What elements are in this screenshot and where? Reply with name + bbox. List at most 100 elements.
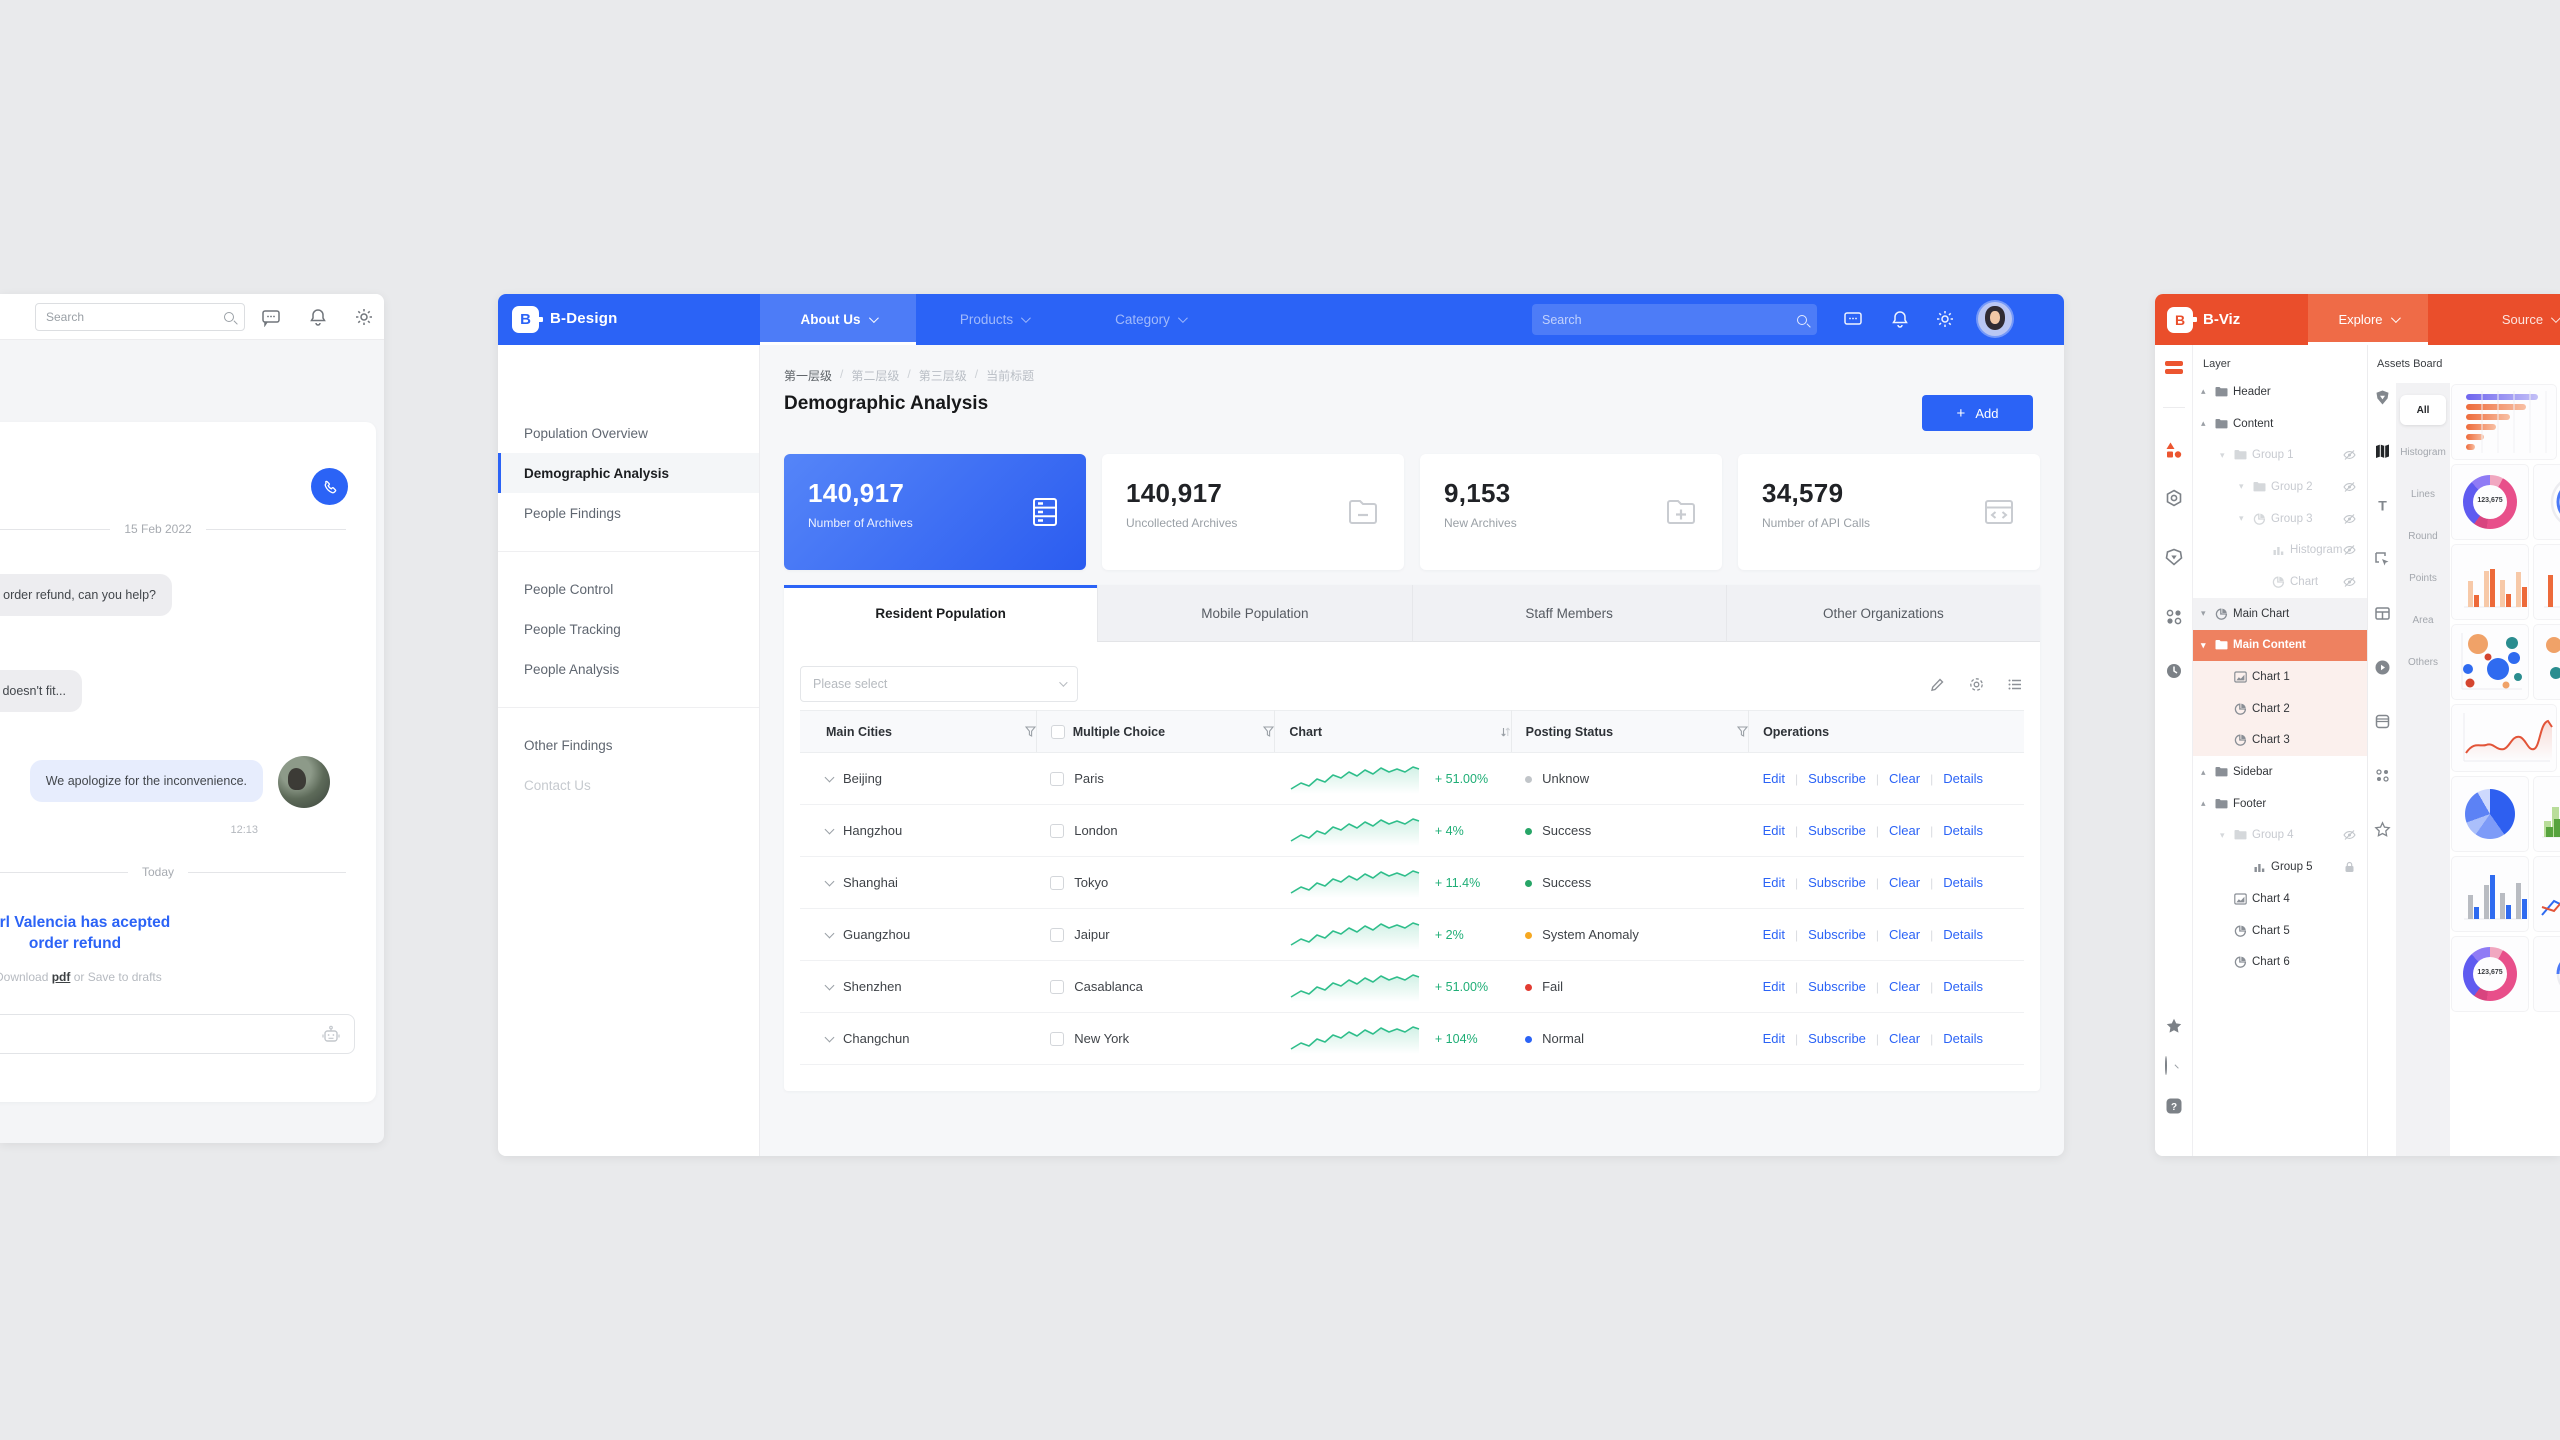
tree-row[interactable]: Chart 1 [2193, 661, 2367, 693]
nav-item[interactable]: Category [1072, 294, 1228, 345]
tree-row[interactable]: Chart [2193, 566, 2367, 598]
checkbox[interactable] [1050, 772, 1064, 786]
layer-state-icon[interactable] [2343, 639, 2357, 651]
tab[interactable]: Mobile Population [1097, 585, 1411, 642]
filter-icon[interactable] [1737, 726, 1748, 738]
play-icon[interactable] [2374, 659, 2391, 676]
category-item[interactable]: Points [2396, 557, 2450, 599]
sidebar-item[interactable]: Contact Us [498, 765, 759, 805]
list-icon[interactable] [2007, 676, 2024, 693]
edit-link[interactable]: Edit [1763, 1031, 1785, 1046]
filter-select[interactable]: Please select [800, 666, 1078, 702]
breadcrumb-item[interactable]: 第二层级 [851, 367, 899, 384]
layer-state-icon[interactable] [2343, 734, 2357, 746]
sidebar-item[interactable]: People Findings [498, 493, 759, 533]
edit-link[interactable]: Edit [1763, 927, 1785, 942]
category-item[interactable]: Area [2396, 599, 2450, 641]
category-item[interactable]: All [2396, 389, 2450, 431]
layer-state-icon[interactable] [2343, 418, 2357, 430]
badge-icon[interactable] [2374, 389, 2391, 406]
breadcrumb-item[interactable]: 第一层级 [784, 367, 832, 384]
layer-state-icon[interactable] [2343, 956, 2357, 968]
asset-card-bars-2[interactable] [2534, 545, 2560, 619]
caret-icon[interactable] [2239, 481, 2253, 492]
avatar[interactable] [1978, 302, 2012, 336]
map-book-icon[interactable] [2374, 443, 2391, 460]
notice-link[interactable]: Carl Valencia has acepted order refund [0, 912, 240, 954]
layer-state-icon[interactable] [2343, 893, 2357, 905]
details-link[interactable]: Details [1943, 875, 1983, 890]
shield-icon[interactable] [2165, 548, 2183, 566]
layer-state-icon[interactable] [2343, 576, 2357, 588]
asset-card-area-line[interactable] [2452, 705, 2556, 771]
star-icon[interactable] [2165, 1017, 2183, 1035]
nav-item[interactable]: Source [2470, 294, 2560, 345]
layer-state-icon[interactable] [2343, 449, 2357, 461]
bdesign-logo[interactable]: B [512, 306, 539, 333]
subscribe-link[interactable]: Subscribe [1808, 875, 1866, 890]
nav-item[interactable]: Products [916, 294, 1072, 345]
asset-card-horizontal-bars[interactable] [2452, 385, 2556, 459]
stat-card[interactable]: 9,153 New Archives [1420, 454, 1722, 570]
sidebar-item[interactable]: People Analysis [498, 649, 759, 689]
caret-icon[interactable] [2201, 798, 2215, 809]
dots-icon[interactable] [2374, 767, 2391, 784]
clear-link[interactable]: Clear [1889, 771, 1920, 786]
edit-link[interactable]: Edit [1763, 875, 1785, 890]
layer-state-icon[interactable] [2343, 513, 2357, 525]
asset-card-histogram[interactable] [2534, 777, 2560, 851]
edit-icon[interactable] [1929, 676, 1946, 693]
chevron-down-icon[interactable] [825, 980, 835, 990]
text-tool-icon[interactable]: T [2374, 497, 2391, 514]
gear-icon[interactable] [1935, 309, 1955, 329]
chevron-down-icon[interactable] [825, 1032, 835, 1042]
details-link[interactable]: Details [1943, 979, 1983, 994]
caret-icon[interactable] [2201, 608, 2215, 619]
bell-icon[interactable] [1890, 309, 1910, 329]
asset-card-donut[interactable]: 123,675 [2452, 465, 2528, 539]
message-icon[interactable] [261, 307, 281, 327]
search-icon[interactable] [2165, 1057, 2183, 1075]
clear-link[interactable]: Clear [1889, 875, 1920, 890]
caret-icon[interactable] [2201, 640, 2215, 651]
category-item[interactable]: Round [2396, 515, 2450, 557]
layer-state-icon[interactable] [2343, 608, 2357, 620]
stat-card[interactable]: 34,579 Number of API Calls [1738, 454, 2040, 570]
edit-link[interactable]: Edit [1763, 771, 1785, 786]
stat-card[interactable]: 140,917 Uncollected Archives [1102, 454, 1404, 570]
layer-state-icon[interactable] [2343, 544, 2357, 556]
layer-state-icon[interactable] [2343, 386, 2357, 398]
sidebar-item[interactable]: Population Overview [498, 413, 759, 453]
nav-item[interactable]: About Us [760, 294, 916, 345]
tree-row[interactable]: Chart 5 [2193, 915, 2367, 947]
tree-row[interactable]: Content [2193, 408, 2367, 440]
tree-row[interactable]: Histogram [2193, 534, 2367, 566]
asset-card-radial[interactable] [2534, 937, 2560, 1011]
checkbox[interactable] [1050, 824, 1064, 838]
checkbox[interactable] [1050, 1032, 1064, 1046]
checkbox[interactable] [1050, 928, 1064, 942]
layer-state-icon[interactable] [2343, 766, 2357, 778]
tree-row[interactable]: Chart 4 [2193, 883, 2367, 915]
tab[interactable]: Resident Population [784, 585, 1097, 642]
subscribe-link[interactable]: Subscribe [1808, 927, 1866, 942]
caret-icon[interactable] [2220, 830, 2234, 841]
filter-icon[interactable] [1263, 726, 1274, 738]
layer-state-icon[interactable] [2343, 671, 2357, 683]
layer-state-icon[interactable] [2343, 703, 2357, 715]
checkbox[interactable] [1050, 980, 1064, 994]
subscribe-link[interactable]: Subscribe [1808, 823, 1866, 838]
chevron-down-icon[interactable] [825, 876, 835, 886]
caret-icon[interactable] [2201, 767, 2215, 778]
asset-card-pie[interactable] [2452, 777, 2528, 851]
settings-icon[interactable] [1968, 676, 1985, 693]
sidebar-item[interactable]: Other Findings [498, 725, 759, 765]
asset-card-bars[interactable] [2452, 545, 2528, 619]
details-link[interactable]: Details [1943, 823, 1983, 838]
clear-link[interactable]: Clear [1889, 927, 1920, 942]
sidebar-item[interactable]: People Tracking [498, 609, 759, 649]
sort-icon[interactable] [1500, 726, 1511, 738]
layer-state-icon[interactable] [2343, 829, 2357, 841]
category-item[interactable]: Histogram [2396, 431, 2450, 473]
tab[interactable]: Other Organizations [1726, 585, 2040, 642]
